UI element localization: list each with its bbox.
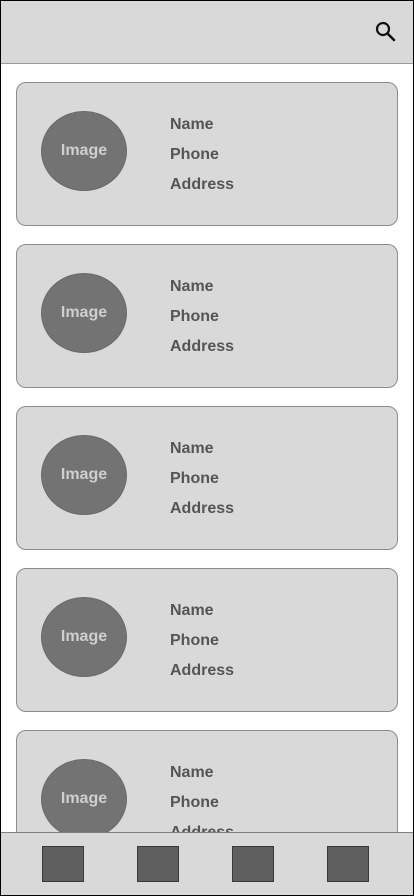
contact-name: Name	[170, 278, 214, 295]
bottom-nav-button-2[interactable]	[137, 846, 179, 882]
contact-card[interactable]: Image Name Phone Address	[16, 568, 398, 712]
contact-card[interactable]: Image Name Phone Address	[16, 244, 398, 388]
contact-name: Name	[170, 764, 214, 781]
contact-name: Name	[170, 602, 214, 619]
bottom-nav-button-4[interactable]	[327, 846, 369, 882]
contact-address: Address	[170, 338, 235, 355]
contact-avatar-image: Image	[41, 273, 127, 353]
bottom-nav-button-3[interactable]	[232, 846, 274, 882]
bottom-navigation-bar	[1, 832, 413, 895]
contact-avatar-image: Image	[41, 435, 127, 515]
contact-details: Name Phone Address	[170, 272, 234, 362]
search-button[interactable]	[373, 19, 399, 45]
contact-card[interactable]: Image Name Phone Address	[16, 406, 398, 550]
contact-details: Name Phone Address	[170, 434, 234, 524]
top-app-bar	[1, 1, 413, 64]
contact-details: Name Phone Address	[170, 596, 234, 686]
contact-phone: Phone	[170, 308, 219, 325]
search-icon	[373, 19, 399, 45]
contact-name: Name	[170, 440, 214, 457]
contact-name: Name	[170, 116, 214, 133]
contact-list[interactable]: Image Name Phone Address Image Name Phon…	[1, 64, 413, 832]
contact-details: Name Phone Address	[170, 110, 234, 200]
contact-phone: Phone	[170, 470, 219, 487]
contact-details: Name Phone Address	[170, 758, 234, 832]
contact-card[interactable]: Image Name Phone Address	[16, 82, 398, 226]
contact-phone: Phone	[170, 632, 219, 649]
contact-address: Address	[170, 818, 234, 832]
contact-address: Address	[170, 500, 235, 517]
contact-avatar-image: Image	[41, 111, 127, 191]
contact-phone: Phone	[170, 794, 219, 811]
contact-address: Address	[170, 176, 235, 193]
phone-frame: Image Name Phone Address Image Name Phon…	[0, 0, 414, 896]
bottom-nav-button-1[interactable]	[42, 846, 84, 882]
contact-avatar-image: Image	[41, 759, 127, 832]
contact-address: Address	[170, 662, 235, 679]
contact-card[interactable]: Image Name Phone Address	[16, 730, 398, 832]
contact-phone: Phone	[170, 146, 219, 163]
contact-avatar-image: Image	[41, 597, 127, 677]
